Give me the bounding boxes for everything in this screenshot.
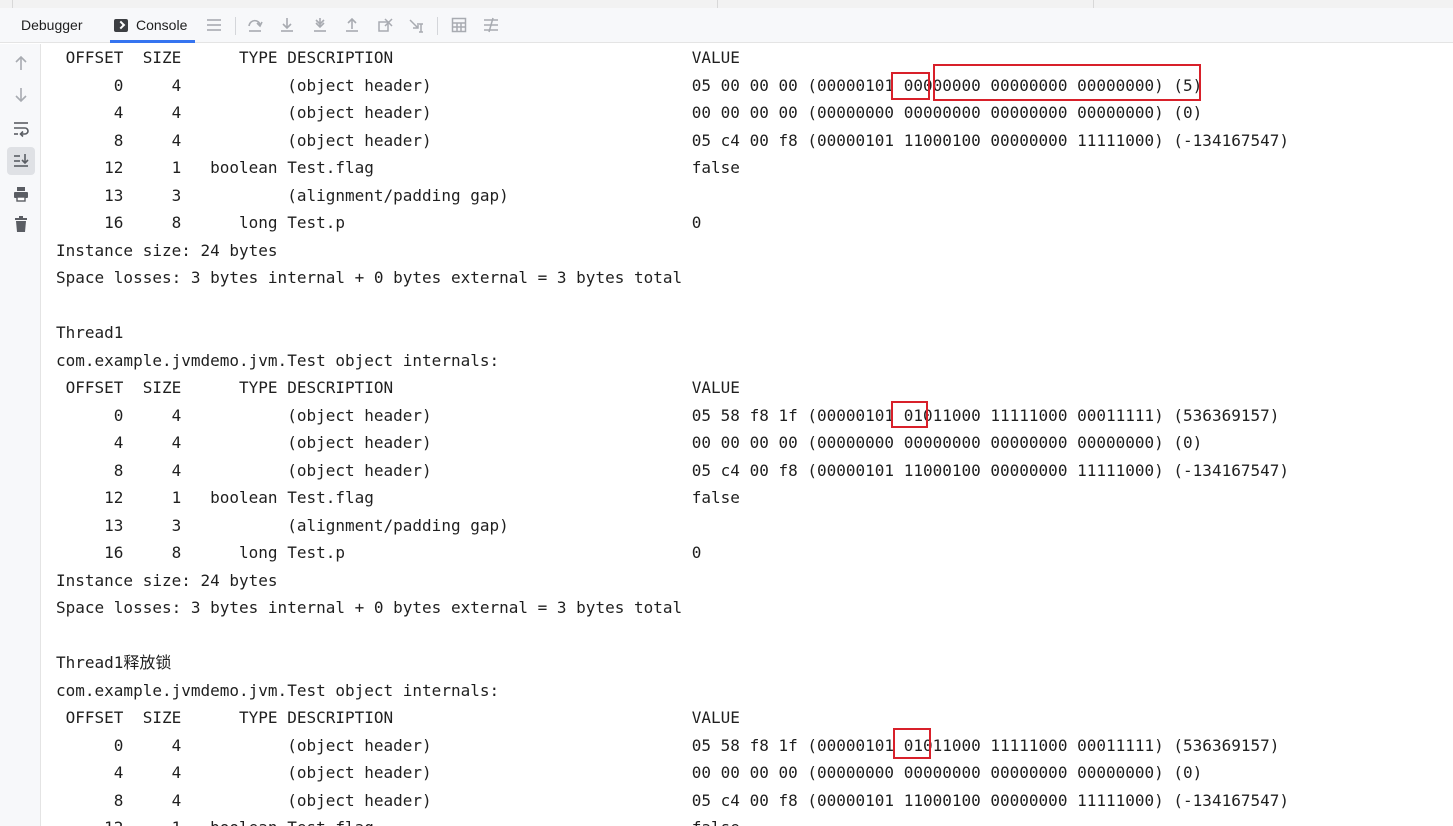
console-line: 0 4 (object header) 05 58 f8 1f (0000010…	[56, 735, 1280, 755]
console-line: Thread1释放锁	[56, 653, 172, 672]
step-into-icon[interactable]	[278, 16, 296, 34]
menu-icon[interactable]	[205, 16, 223, 34]
console-line: 13 3 (alignment/padding gap)	[56, 515, 509, 535]
console-line: Space losses: 3 bytes internal + 0 bytes…	[56, 598, 683, 617]
tab-debugger[interactable]: Debugger	[21, 8, 83, 42]
console-side-toolbar	[0, 44, 41, 826]
tab-debugger-label: Debugger	[21, 17, 83, 33]
trash-icon[interactable]	[11, 214, 31, 234]
console-output[interactable]: OFFSET SIZE TYPE DESCRIPTION VALUE 0 4 (…	[56, 44, 1446, 826]
console-icon	[114, 19, 128, 32]
active-tab-indicator	[110, 40, 196, 43]
console-line: 13 3 (alignment/padding gap)	[56, 185, 509, 205]
console-line: 8 4 (object header) 05 c4 00 f8 (0000010…	[56, 130, 1289, 150]
console-line: Instance size: 24 bytes	[56, 570, 278, 590]
console-line: Thread1	[56, 323, 124, 342]
evaluate-expression-icon[interactable]	[450, 16, 468, 34]
top-strip-divider	[717, 0, 718, 8]
console-line: OFFSET SIZE TYPE DESCRIPTION VALUE	[56, 378, 740, 397]
scroll-to-end-icon[interactable]	[11, 151, 31, 171]
step-out-icon[interactable]	[343, 16, 361, 34]
run-to-cursor-icon[interactable]	[408, 16, 426, 34]
down-arrow-icon[interactable]	[11, 85, 31, 105]
console-line: 12 1 boolean Test.flag false	[56, 158, 740, 177]
tab-console[interactable]: Console	[110, 8, 196, 43]
console-line: com.example.jvmdemo.jvm.Test object inte…	[56, 350, 500, 370]
print-icon[interactable]	[11, 184, 31, 204]
console-line: OFFSET SIZE TYPE DESCRIPTION VALUE	[56, 48, 740, 67]
console-line: 16 8 long Test.p 0	[56, 213, 702, 232]
drop-frame-icon[interactable]	[376, 16, 394, 34]
toolbar-separator	[437, 17, 438, 35]
console-line: Instance size: 24 bytes	[56, 240, 278, 260]
debug-toolbar: Debugger Console	[0, 8, 1453, 43]
console-line: 4 4 (object header) 00 00 00 00 (0000000…	[56, 763, 1203, 782]
up-arrow-icon[interactable]	[11, 53, 31, 73]
soft-wrap-icon[interactable]	[11, 118, 31, 138]
toolbar-separator	[235, 17, 236, 35]
console-line: 12 1 boolean Test.flag false	[56, 814, 740, 826]
step-over-icon[interactable]	[246, 16, 264, 34]
trace-icon[interactable]	[482, 16, 500, 34]
console-line: com.example.jvmdemo.jvm.Test object inte…	[56, 680, 500, 700]
console-line: 16 8 long Test.p 0	[56, 543, 702, 562]
console-line: 8 4 (object header) 05 c4 00 f8 (0000010…	[56, 790, 1289, 810]
top-strip-divider	[1093, 0, 1094, 8]
console-line: Space losses: 3 bytes internal + 0 bytes…	[56, 268, 683, 287]
tab-console-label: Console	[136, 17, 188, 33]
console-line: 12 1 boolean Test.flag false	[56, 488, 740, 507]
console-line: 0 4 (object header) 05 58 f8 1f (0000010…	[56, 405, 1280, 425]
console-line: 4 4 (object header) 00 00 00 00 (0000000…	[56, 433, 1203, 452]
force-step-into-icon[interactable]	[311, 16, 329, 34]
console-line: 4 4 (object header) 00 00 00 00 (0000000…	[56, 103, 1203, 122]
console-line: 8 4 (object header) 05 c4 00 f8 (0000010…	[56, 460, 1289, 480]
console-line: OFFSET SIZE TYPE DESCRIPTION VALUE	[56, 708, 740, 727]
top-strip-divider	[12, 0, 13, 8]
console-line: 0 4 (object header) 05 00 00 00 (0000010…	[56, 75, 1203, 95]
